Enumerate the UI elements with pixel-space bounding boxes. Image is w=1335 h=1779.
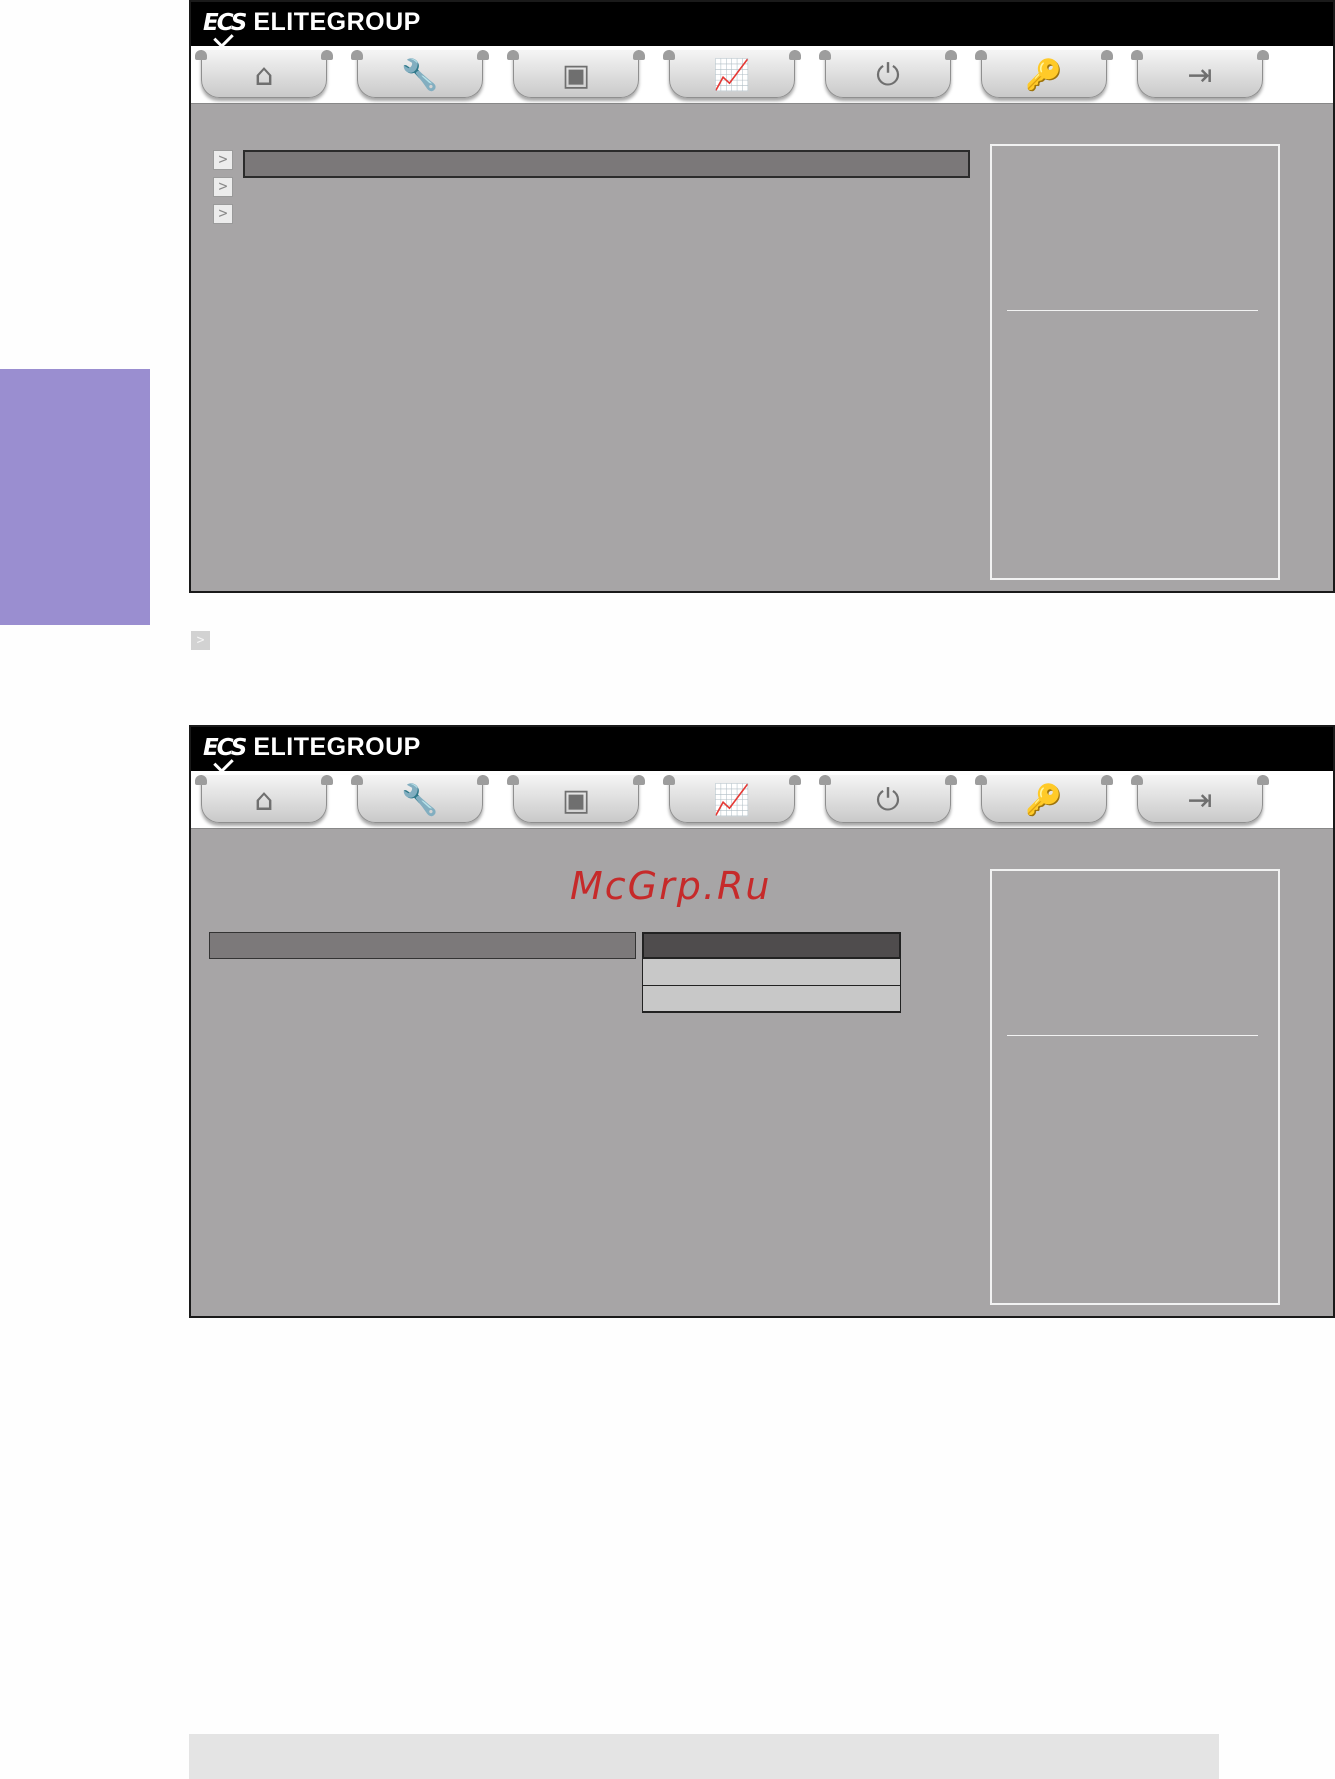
ecs-logo-mark: ECS <box>203 734 247 761</box>
help-divider <box>1007 310 1258 311</box>
dropdown-selected-item[interactable] <box>642 932 901 959</box>
tab-settings[interactable]: 🔧 <box>349 773 491 827</box>
nav-tabbar: ⌂ 🔧 ▣ 📈 ⏻ 🔑 ⇥ <box>191 771 1333 829</box>
bios-header: ECS ELITEGROUP <box>191 2 1333 46</box>
help-panel <box>990 869 1280 1305</box>
exit-icon: ⇥ <box>1187 783 1213 818</box>
tab-power[interactable]: ⏻ <box>817 48 959 102</box>
tab-chipset[interactable]: ▣ <box>505 48 647 102</box>
chart-icon: 📈 <box>713 58 751 93</box>
brand-name: ELITEGROUP <box>253 8 421 36</box>
tab-power[interactable]: ⏻ <box>817 773 959 827</box>
selected-option-row[interactable] <box>209 932 636 959</box>
tab-settings[interactable]: 🔧 <box>349 48 491 102</box>
tab-exit[interactable]: ⇥ <box>1129 48 1271 102</box>
dropdown-option[interactable] <box>642 959 901 986</box>
tab-home[interactable]: ⌂ <box>193 773 335 827</box>
selected-menu-item[interactable] <box>243 150 970 178</box>
wrench-icon: 🔧 <box>401 783 439 818</box>
submenu-arrow-icon[interactable]: > <box>213 150 233 170</box>
home-icon: ⌂ <box>254 58 274 93</box>
exit-icon: ⇥ <box>1187 58 1213 93</box>
tab-home[interactable]: ⌂ <box>193 48 335 102</box>
nav-tabbar: ⌂ 🔧 ▣ 📈 ⏻ 🔑 ⇥ <box>191 46 1333 104</box>
bios-header: ECS ELITEGROUP <box>191 727 1333 771</box>
submenu-arrow-icon[interactable]: > <box>213 204 233 224</box>
brand-logo: ECS ELITEGROUP <box>203 8 421 37</box>
option-dropdown[interactable] <box>642 932 901 1013</box>
inline-arrow-icon: > <box>191 631 210 650</box>
dropdown-option[interactable] <box>642 986 901 1013</box>
ecs-logo-mark: ECS <box>203 9 247 36</box>
tab-security[interactable]: 🔑 <box>973 773 1115 827</box>
bios-content: > > > <box>191 104 1333 591</box>
submenu-arrow-icon[interactable]: > <box>213 177 233 197</box>
tab-performance[interactable]: 📈 <box>661 48 803 102</box>
help-panel <box>990 144 1280 580</box>
brand-logo: ECS ELITEGROUP <box>203 733 421 762</box>
bios-screen-2: ECS ELITEGROUP ⌂ 🔧 ▣ 📈 ⏻ 🔑 ⇥ <box>189 725 1335 1318</box>
tab-security[interactable]: 🔑 <box>973 48 1115 102</box>
key-icon: 🔑 <box>1025 58 1063 93</box>
bios-screen-1: ECS ELITEGROUP ⌂ 🔧 ▣ 📈 ⏻ 🔑 ⇥ > > > <box>189 0 1335 593</box>
wrench-icon: 🔧 <box>401 58 439 93</box>
home-icon: ⌂ <box>254 783 274 818</box>
tab-exit[interactable]: ⇥ <box>1129 773 1271 827</box>
brand-name: ELITEGROUP <box>253 733 421 761</box>
chapter-side-tab <box>0 369 150 625</box>
tab-chipset[interactable]: ▣ <box>505 773 647 827</box>
tab-performance[interactable]: 📈 <box>661 773 803 827</box>
chip-icon: ▣ <box>561 58 591 93</box>
footer-bar <box>189 1734 1219 1779</box>
key-icon: 🔑 <box>1025 783 1063 818</box>
help-divider <box>1007 1035 1258 1036</box>
power-icon: ⏻ <box>876 58 900 93</box>
chip-icon: ▣ <box>561 783 591 818</box>
watermark-text: McGrp.Ru <box>570 864 772 908</box>
chart-icon: 📈 <box>713 783 751 818</box>
power-icon: ⏻ <box>876 783 900 818</box>
